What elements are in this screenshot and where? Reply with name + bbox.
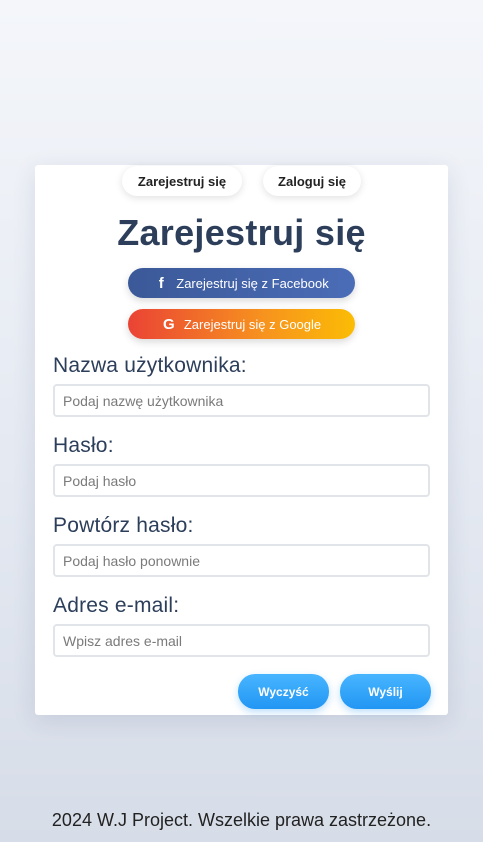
auth-tabs: Zarejestruj się Zaloguj się <box>35 166 448 196</box>
password-repeat-label: Powtórz hasło: <box>53 514 194 537</box>
facebook-register-label: Zarejestruj się z Facebook <box>176 275 329 291</box>
password-repeat-input[interactable] <box>53 544 430 577</box>
facebook-icon: f <box>158 274 164 292</box>
footer-copyright: 2024 W.J Project. Wszelkie prawa zastrze… <box>51 810 432 830</box>
tab-register[interactable]: Zarejestruj się <box>122 166 242 196</box>
form-actions: Wyczyść Wyślij <box>35 674 448 709</box>
register-card: Zarejestruj się Zaloguj się Zarejestruj … <box>35 165 448 715</box>
google-register-button[interactable]: G Zarejestruj się z Google <box>128 309 355 339</box>
submit-button[interactable]: Wyślij <box>340 674 431 709</box>
password-label: Hasło: <box>53 434 114 457</box>
email-label: Adres e-mail: <box>53 594 180 617</box>
username-input[interactable] <box>53 384 430 417</box>
page-title: Zarejestruj się <box>117 212 366 253</box>
password-input[interactable] <box>53 464 430 497</box>
google-icon: G <box>163 315 175 333</box>
clear-button[interactable]: Wyczyść <box>238 674 329 709</box>
facebook-register-button[interactable]: f Zarejestruj się z Facebook <box>128 268 355 298</box>
email-input[interactable] <box>53 624 430 657</box>
google-register-label: Zarejestruj się z Google <box>183 316 322 332</box>
tab-login[interactable]: Zaloguj się <box>263 166 361 196</box>
username-label: Nazwa użytkownika: <box>53 354 247 377</box>
